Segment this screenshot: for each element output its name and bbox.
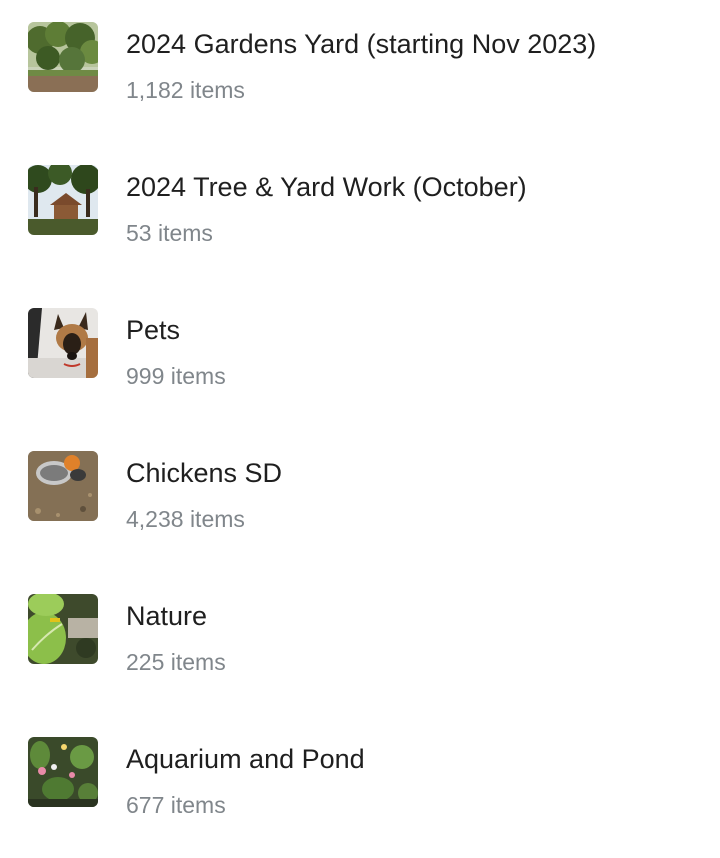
album-item-count: 53 items — [126, 220, 213, 246]
album-item[interactable]: Nature 225 items — [0, 572, 720, 715]
album-item-count: 1,182 items — [126, 77, 245, 103]
album-item[interactable]: Aquarium and Pond 677 items — [0, 715, 720, 858]
pond-plants-photo — [28, 737, 98, 807]
album-list: 2024 Gardens Yard (starting Nov 2023) 1,… — [0, 0, 720, 850]
album-thumbnail — [28, 451, 98, 521]
album-item[interactable]: 2024 Gardens Yard (starting Nov 2023) 1,… — [0, 0, 720, 143]
album-thumbnail — [28, 22, 98, 92]
nature-leaves-photo — [28, 594, 98, 664]
album-thumbnail — [28, 594, 98, 664]
album-item-count: 677 items — [126, 792, 226, 818]
album-title: Pets — [126, 315, 181, 345]
dog-photo — [28, 308, 98, 378]
album-item-count: 4,238 items — [126, 506, 245, 532]
album-thumbnail — [28, 165, 98, 235]
album-title: Chickens SD — [126, 458, 283, 488]
album-title: 2024 Tree & Yard Work (October) — [126, 172, 527, 202]
album-title: 2024 Gardens Yard (starting Nov 2023) — [126, 29, 597, 59]
album-thumbnail — [28, 308, 98, 378]
album-thumbnail — [28, 737, 98, 807]
tree-yard-work-photo — [28, 165, 98, 235]
chickens-photo — [28, 451, 98, 521]
album-item-count: 999 items — [126, 363, 226, 389]
album-item[interactable]: Pets 999 items — [0, 286, 720, 429]
album-title: Aquarium and Pond — [126, 744, 365, 774]
garden-yard-photo — [28, 22, 98, 92]
album-item[interactable]: 2024 Tree & Yard Work (October) 53 items — [0, 143, 720, 286]
album-item[interactable]: Chickens SD 4,238 items — [0, 429, 720, 572]
album-item-count: 225 items — [126, 649, 226, 675]
album-title: Nature — [126, 601, 208, 631]
